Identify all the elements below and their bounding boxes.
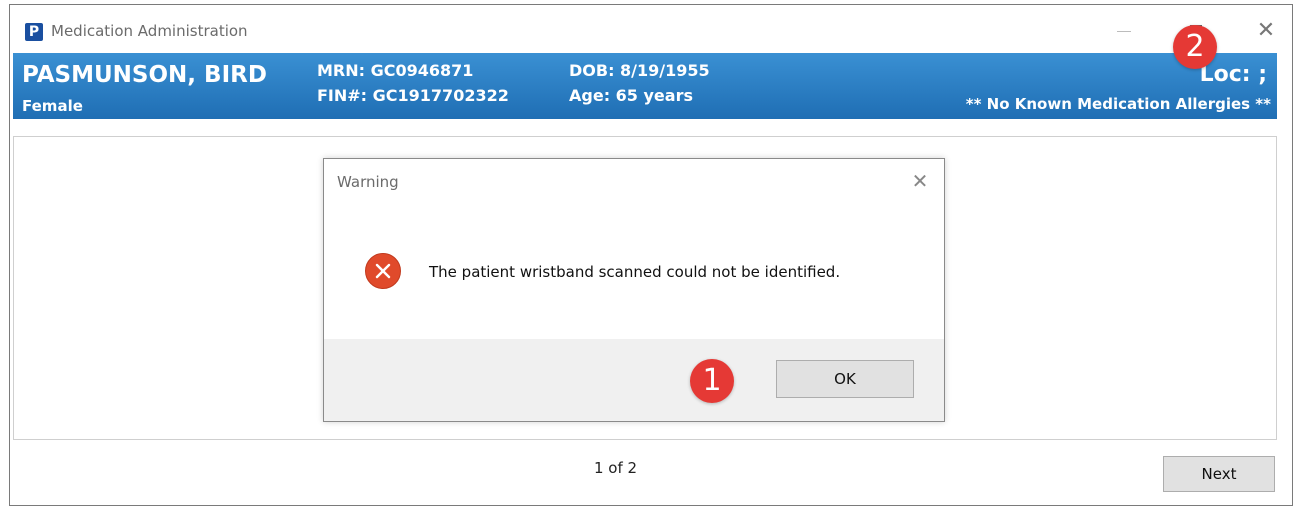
next-button[interactable]: Next <box>1163 456 1275 492</box>
page-indicator: 1 of 2 <box>594 459 638 477</box>
patient-dob: DOB: 8/19/1955 <box>569 61 710 80</box>
patient-name: PASMUNSON, BIRD <box>22 62 267 88</box>
close-icon[interactable]: ✕ <box>908 169 932 193</box>
minimize-icon <box>1117 31 1131 32</box>
app-logo-icon: P <box>25 23 43 41</box>
allergy-status: ** No Known Medication Allergies ** <box>965 95 1271 113</box>
patient-age: Age: 65 years <box>569 86 693 105</box>
title-bar: P Medication Administration ✕ <box>10 5 1292 57</box>
callout-marker-2: 2 <box>1173 25 1217 69</box>
warning-dialog: Warning ✕ The patient wristband scanned … <box>323 158 945 422</box>
ok-button[interactable]: OK <box>776 360 914 398</box>
patient-fin: FIN#: GC1917702322 <box>317 86 509 105</box>
dialog-title: Warning <box>337 173 399 191</box>
patient-sex: Female <box>22 97 83 115</box>
patient-banner: PASMUNSON, BIRD Female MRN: GC0946871 FI… <box>13 53 1277 119</box>
patient-mrn: MRN: GC0946871 <box>317 61 474 80</box>
error-icon <box>365 253 401 289</box>
window-title: Medication Administration <box>51 22 248 40</box>
dialog-message: The patient wristband scanned could not … <box>429 263 841 281</box>
callout-marker-1: 1 <box>690 359 734 403</box>
dialog-footer: OK <box>324 339 944 421</box>
minimize-button[interactable] <box>1104 15 1144 47</box>
window-close-button[interactable]: ✕ <box>1246 15 1286 47</box>
error-x-glyph <box>375 263 391 279</box>
patient-location: Loc: ; <box>1199 62 1267 87</box>
